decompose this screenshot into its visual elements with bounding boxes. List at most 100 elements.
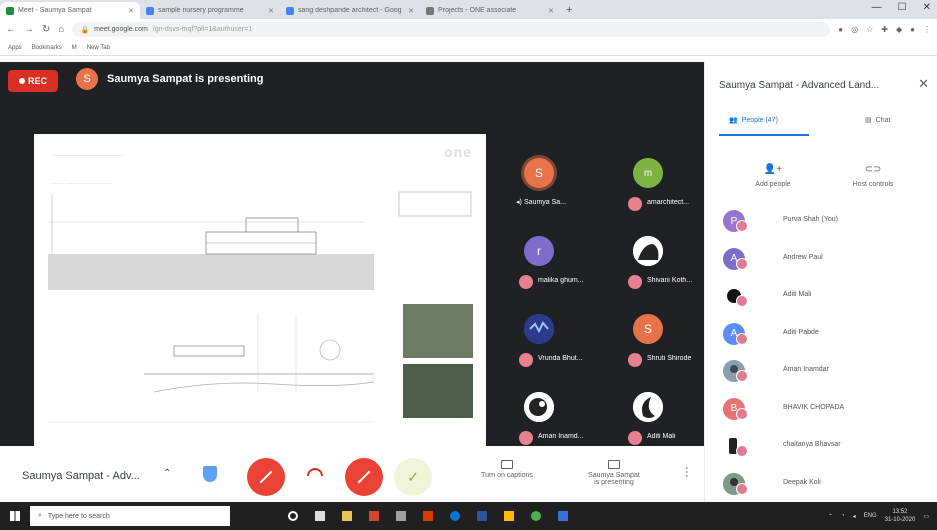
profile-avatar[interactable]: ● bbox=[910, 25, 915, 34]
meeting-title[interactable]: Saumya Sampat - Adv... bbox=[22, 470, 140, 482]
participant-tile[interactable]: r malika ghum... bbox=[486, 218, 595, 296]
participant-tile[interactable]: S Saumya Sa... ◂) bbox=[486, 140, 595, 218]
shield-icon[interactable] bbox=[203, 466, 217, 482]
app-icon[interactable] bbox=[369, 511, 379, 521]
list-item[interactable]: Aman Inamdar bbox=[723, 358, 933, 396]
home-icon[interactable]: ⌂ bbox=[58, 24, 64, 35]
participant-name: Andrew Paul bbox=[783, 253, 823, 261]
app-icon[interactable] bbox=[396, 511, 406, 521]
mail-icon[interactable] bbox=[504, 511, 514, 521]
close-icon[interactable]: ✕ bbox=[918, 76, 929, 92]
participant-name: Purva Shah (You) bbox=[783, 216, 838, 223]
word-icon[interactable] bbox=[477, 511, 487, 521]
list-item[interactable]: A Andrew Paul bbox=[723, 246, 933, 284]
browser-tab[interactable]: sang deshpande architect - Goog ✕ bbox=[280, 2, 420, 19]
chevron-up-icon[interactable]: ⌃ bbox=[163, 468, 171, 479]
tile-name: amarchitect... bbox=[647, 199, 690, 206]
bookmark-apps[interactable]: Apps bbox=[8, 45, 22, 51]
checkmark-icon[interactable]: ✓ bbox=[394, 458, 432, 496]
list-item[interactable]: chaitanya Bhavsar bbox=[723, 433, 933, 471]
participant-tile[interactable]: S Shruti Shirode bbox=[595, 296, 704, 374]
participant-tile[interactable]: Shivani Koth... bbox=[595, 218, 704, 296]
participant-tile[interactable]: m amarchitect... bbox=[595, 140, 704, 218]
tile-name: Vrunda Bhut... bbox=[538, 355, 583, 362]
add-people-button[interactable]: 👤+ Add people bbox=[733, 164, 813, 188]
bookmark-bookmarks[interactable]: Bookmarks bbox=[32, 45, 62, 51]
tile-name: Shivani Koth... bbox=[647, 277, 693, 284]
presenting-button[interactable]: Saumya Sampat is presenting bbox=[574, 460, 654, 486]
file-explorer-icon[interactable] bbox=[342, 511, 352, 521]
forward-icon[interactable]: → bbox=[24, 24, 34, 35]
url-input[interactable]: 🔒 meet.google.com/gn-dsvs-mqf?pli=1&auth… bbox=[72, 22, 831, 37]
search-icon: ⌕ bbox=[38, 512, 42, 519]
close-icon[interactable]: ✕ bbox=[268, 7, 274, 15]
avatar: S bbox=[633, 314, 663, 344]
close-icon[interactable]: ✕ bbox=[128, 7, 134, 15]
bookmark-new-tab[interactable]: New Tab bbox=[87, 45, 110, 51]
maximize-icon[interactable]: ☐ bbox=[898, 2, 907, 13]
hang-up-button[interactable] bbox=[307, 468, 323, 476]
browser-tab[interactable]: Projects - ONE associate ✕ bbox=[420, 2, 560, 19]
close-icon[interactable]: ✕ bbox=[408, 7, 414, 15]
camera-icon[interactable]: ● bbox=[838, 25, 843, 34]
volume-icon[interactable]: ◂ bbox=[853, 513, 856, 520]
notification-icon[interactable]: ▭ bbox=[923, 513, 929, 520]
list-item[interactable]: B BHAVIK CHOPADA bbox=[723, 396, 933, 434]
tab-people-label: People (47) bbox=[741, 116, 778, 124]
minimize-icon[interactable]: — bbox=[872, 2, 882, 13]
edge-icon[interactable] bbox=[450, 511, 460, 521]
bookmark-m[interactable]: M bbox=[72, 45, 77, 51]
avatar: m bbox=[633, 158, 663, 188]
list-item[interactable]: A Aditi Pabde bbox=[723, 321, 933, 359]
panel-title: Saumya Sampat - Advanced Land... bbox=[719, 80, 880, 91]
people-icon: 👥 bbox=[729, 117, 738, 124]
browser-tab[interactable]: sample nursery programme ✕ bbox=[140, 2, 280, 19]
task-view-icon[interactable] bbox=[315, 511, 325, 521]
host-controls-button[interactable]: ⊂⊃ Host controls bbox=[833, 164, 913, 188]
mic-off-icon bbox=[628, 275, 642, 289]
chrome-icon[interactable] bbox=[531, 511, 541, 521]
app-icon[interactable] bbox=[423, 511, 433, 521]
start-button[interactable] bbox=[0, 502, 30, 530]
language-indicator[interactable]: ENG bbox=[864, 513, 877, 519]
people-panel: Saumya Sampat - Advanced Land... ✕ 👥 Peo… bbox=[704, 62, 937, 502]
list-item[interactable]: Aditi Mali bbox=[723, 283, 933, 321]
extension-icon[interactable]: ✚ bbox=[881, 25, 888, 34]
new-tab-button[interactable]: + bbox=[560, 4, 578, 16]
reload-icon[interactable]: ↻ bbox=[42, 24, 50, 35]
close-window-icon[interactable]: ✕ bbox=[923, 2, 931, 13]
participant-tile[interactable]: Vrunda Bhut... bbox=[486, 296, 595, 374]
tray-chevron-icon[interactable]: ⌃ bbox=[828, 513, 833, 520]
active-tab-indicator bbox=[719, 134, 809, 136]
clock[interactable]: 13:52 31-10-2020 bbox=[885, 508, 916, 524]
tab-label: Projects - ONE associate bbox=[438, 7, 517, 14]
taskbar-search-input[interactable]: ⌕ Type here to search bbox=[30, 506, 230, 526]
search-placeholder: Type here to search bbox=[47, 512, 110, 520]
participant-tile[interactable]: Aditi Mali bbox=[595, 374, 704, 452]
system-tray: ⌃ ◔ ◂ ENG 13:52 31-10-2020 ▭ bbox=[828, 508, 937, 524]
camera-toggle-button[interactable] bbox=[345, 458, 383, 496]
captions-button[interactable]: Turn on captions bbox=[466, 460, 548, 479]
more-options-icon[interactable]: ⋯ bbox=[680, 466, 694, 478]
participant-list: P Purva Shah (You) A Andrew Paul Aditi M… bbox=[723, 208, 933, 508]
zoom-icon[interactable]: ◎ bbox=[851, 25, 858, 34]
network-icon[interactable]: ◔ bbox=[841, 513, 845, 519]
tab-chat[interactable]: ▤ Chat bbox=[865, 116, 890, 125]
puzzle-icon[interactable]: ◆ bbox=[896, 25, 902, 34]
close-icon[interactable]: ✕ bbox=[548, 7, 554, 15]
menu-icon[interactable]: ⋮ bbox=[923, 25, 931, 34]
star-icon[interactable]: ☆ bbox=[866, 25, 873, 34]
mic-toggle-button[interactable] bbox=[247, 458, 285, 496]
participant-tile[interactable]: Aman Inamd... bbox=[486, 374, 595, 452]
list-item[interactable]: P Purva Shah (You) bbox=[723, 208, 933, 246]
back-icon[interactable]: ← bbox=[6, 24, 16, 35]
browser-tab[interactable]: Meet - Saumya Sampat ✕ bbox=[0, 2, 140, 19]
lock-icon: 🔒 bbox=[80, 26, 90, 34]
browser-tab-strip: Meet - Saumya Sampat ✕ sample nursery pr… bbox=[0, 0, 937, 19]
participant-grid: S Saumya Sa... ◂) m amarchitect... r mal… bbox=[486, 134, 704, 446]
tab-people[interactable]: 👥 People (47) bbox=[729, 116, 778, 125]
mic-off-icon bbox=[519, 275, 533, 289]
cortana-icon[interactable] bbox=[288, 511, 298, 521]
app-icon[interactable] bbox=[558, 511, 568, 521]
slide-photo bbox=[403, 364, 473, 418]
